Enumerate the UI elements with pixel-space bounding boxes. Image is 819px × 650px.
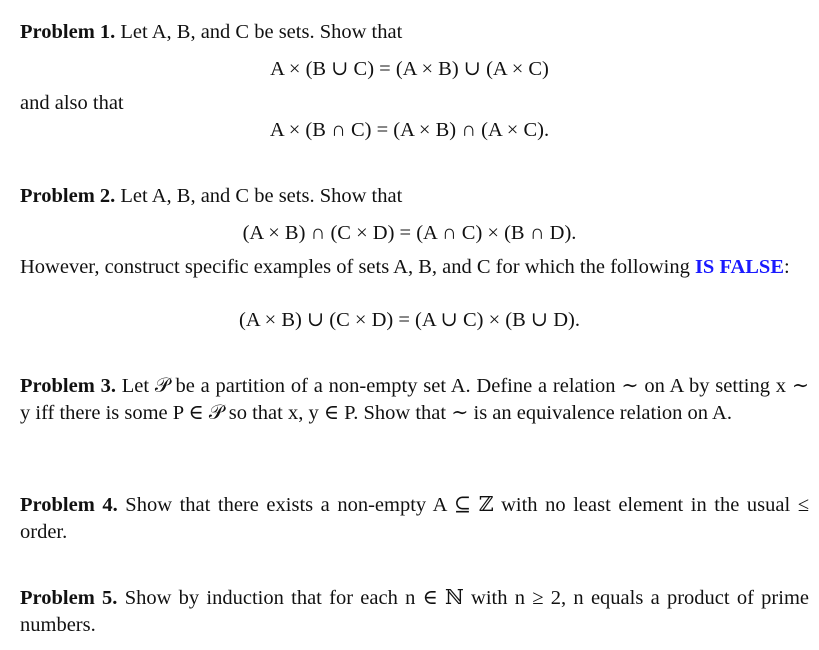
problem-4-label: Problem 4. [20,494,118,516]
colon: : [784,256,790,278]
problem-4-statement: Problem 4. Show that there exists a non-… [20,492,809,545]
problem-4-text: Show that there exists a non-empty A ⊆ ℤ… [20,494,809,543]
problem-1-statement: Problem 1. Let A, B, and C be sets. Show… [20,19,809,46]
problem-2-label: Problem 2. [20,185,116,207]
problem-5-statement: Problem 5. Show by induction that for ea… [20,585,809,638]
problem-3-statement: Problem 3. Let 𝒫 be a partition of a non… [20,373,809,426]
problem-1-equation-1: A × (B ∪ C) = (A × B) ∪ (A × C) [270,58,549,80]
problem-5-text: Show by induction that for each n ∈ ℕ wi… [20,587,809,636]
problem-2-equation-2: (A × B) ∪ (C × D) = (A ∪ C) × (B ∪ D). [239,309,580,331]
problem-1-equation-2: A × (B ∩ C) = (A × B) ∩ (A × C). [269,119,550,141]
problem-1-mid-text: and also that [20,92,124,114]
problem-3-text: Let 𝒫 be a partition of a non-empty set … [20,375,810,424]
problem-5-label: Problem 5. [20,587,118,609]
is-false-highlight: IS FALSE [694,256,785,278]
problem-3-label: Problem 3. [20,375,116,397]
problem-1-label: Problem 1. [20,21,116,43]
problem-2-text: Let A, B, and C be sets. Show that [120,185,403,207]
problem-2-mid: However, construct specific examples of … [20,256,690,278]
problem-2-statement: Problem 2. Let A, B, and C be sets. Show… [20,183,809,210]
problem-1-text: Let A, B, and C be sets. Show that [120,21,403,43]
problem-2-mid-text: However, construct specific examples of … [20,254,809,281]
problem-2-equation-1: (A × B) ∩ (C × D) = (A ∩ C) × (B ∩ D). [242,222,577,244]
